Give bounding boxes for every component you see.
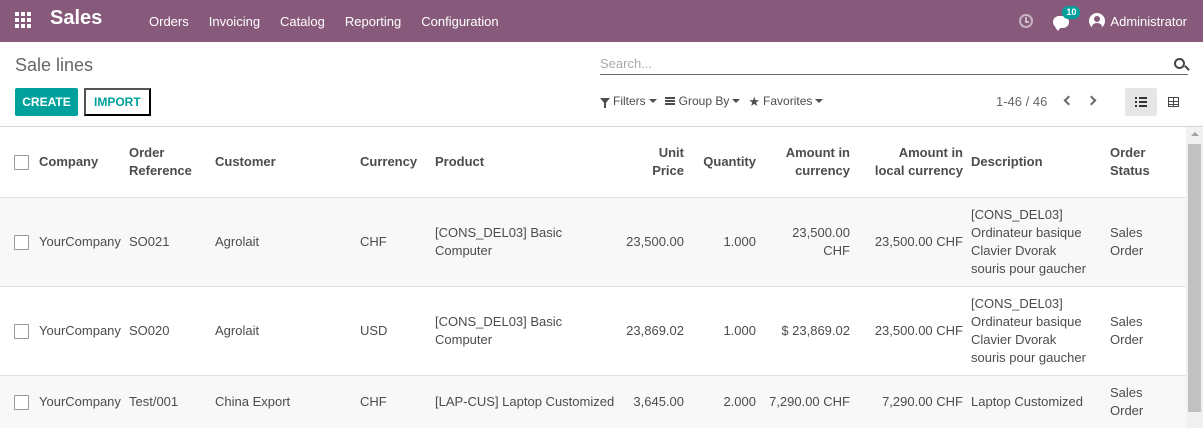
cell-amount-local: 23,500.00 CHF [874, 322, 963, 338]
header-description[interactable]: Description [967, 127, 1106, 197]
cell-description: [CONS_DEL03] Ordinateur basique Clavier Dv… [971, 206, 1086, 276]
scroll-up-arrow-icon[interactable] [1191, 132, 1199, 136]
header-currency[interactable]: Currency [356, 127, 431, 197]
cell-customer: Agrolait [215, 233, 260, 249]
list-icon [1135, 97, 1147, 107]
scrollbar-thumb[interactable] [1188, 144, 1201, 412]
cell-order-ref: Test/001 [129, 394, 179, 410]
table-row[interactable]: YourCompany SO020 Agrolait USD [CONS_DEL… [0, 286, 1186, 375]
header-customer[interactable]: Customer [211, 127, 356, 197]
row-checkbox[interactable] [14, 323, 29, 339]
cell-order-ref: SO021 [129, 233, 170, 249]
page-title: Sale lines [15, 55, 94, 75]
cell-amount-currency: $ 23,869.02 [781, 322, 850, 338]
cell-description: Laptop Customized [971, 394, 1084, 410]
app-brand[interactable]: Sales [50, 7, 102, 30]
header-order-status[interactable]: Order Status [1106, 127, 1186, 197]
search-input[interactable] [600, 53, 1160, 73]
table-row[interactable]: YourCompany Test/001 China Export CHF [L… [0, 375, 1186, 428]
filters-dropdown[interactable]: Filters [600, 94, 657, 108]
select-all-checkbox[interactable] [14, 154, 29, 170]
header-amount-currency[interactable]: Amount in currency [760, 127, 854, 197]
caret-down-icon [648, 99, 657, 103]
list-view-button[interactable] [1125, 88, 1157, 116]
menu-catalog[interactable]: Catalog [270, 14, 335, 29]
star-icon: ★ [748, 93, 761, 109]
header-order-reference[interactable]: Order Reference [125, 127, 211, 197]
header-product[interactable]: Product [431, 127, 621, 197]
vertical-scrollbar[interactable] [1186, 127, 1203, 428]
cell-amount-currency: 7,290.00 CHF [769, 394, 850, 410]
user-avatar[interactable] [1089, 13, 1106, 29]
row-checkbox[interactable] [14, 234, 29, 250]
search-bar [600, 53, 1188, 75]
bars-icon [664, 97, 675, 105]
pivot-view-button[interactable] [1159, 88, 1187, 116]
pager-value[interactable]: 1-46 / 46 [996, 94, 1047, 109]
cell-company: YourCompany [39, 322, 121, 338]
menu-reporting[interactable]: Reporting [335, 14, 411, 29]
group-by-label: Group By [678, 94, 730, 108]
cell-order-status: Sales Order [1110, 385, 1144, 419]
filters-label: Filters [613, 94, 646, 108]
apps-menu-icon[interactable] [15, 12, 33, 30]
filter-icon [600, 98, 610, 108]
group-by-dropdown[interactable]: Group By [664, 94, 741, 108]
menu-configuration[interactable]: Configuration [411, 14, 508, 29]
cell-product: [CONS_DEL03] Basic Computer [435, 224, 563, 258]
caret-down-icon [732, 99, 741, 103]
table-grid-icon [1167, 97, 1179, 107]
menu-orders[interactable]: Orders [139, 14, 199, 29]
import-button[interactable]: IMPORT [84, 88, 151, 116]
favorites-label: Favorites [763, 94, 813, 108]
cell-product: [LAP-CUS] Laptop Customized [435, 394, 615, 410]
top-navbar: Sales Orders Invoicing Catalog Reporting… [0, 0, 1203, 42]
search-options: Filters Group By ★ Favorites [600, 94, 831, 108]
cell-company: YourCompany [39, 394, 121, 410]
pager-previous-icon[interactable] [1063, 95, 1074, 106]
cell-quantity: 1.000 [723, 233, 756, 249]
cell-quantity: 1.000 [723, 322, 756, 338]
cell-customer: Agrolait [215, 322, 260, 338]
cell-order-status: Sales Order [1110, 224, 1144, 258]
activity-clock-icon[interactable] [1019, 14, 1034, 28]
header-unit-price[interactable]: Unit Price [621, 127, 688, 197]
user-menu[interactable]: Administrator [1110, 14, 1187, 29]
menu-invoicing[interactable]: Invoicing [199, 14, 270, 29]
select-all-cell [0, 127, 35, 197]
favorites-dropdown[interactable]: ★ Favorites [748, 93, 824, 109]
header-company[interactable]: Company [35, 127, 125, 197]
sale-lines-table: Company Order Reference Customer Currency… [0, 127, 1186, 428]
cell-unit-price: 23,869.02 [626, 322, 684, 338]
cell-unit-price: 23,500.00 [626, 233, 684, 249]
cell-order-ref: SO020 [129, 322, 170, 338]
cell-currency: USD [360, 322, 388, 338]
cell-description: [CONS_DEL03] Ordinateur basique Clavier Dv… [971, 295, 1086, 365]
cell-unit-price: 3,645.00 [633, 394, 684, 410]
cell-product: [CONS_DEL03] Basic Computer [435, 313, 563, 347]
list-view: Company Order Reference Customer Currency… [0, 127, 1186, 428]
cell-company: YourCompany [39, 233, 121, 249]
cell-customer: China Export [215, 394, 291, 410]
cell-amount-local: 7,290.00 CHF [882, 394, 963, 410]
systray: 10 Administrator [1019, 0, 1187, 42]
header-amount-local[interactable]: Amount in local currency [854, 127, 967, 197]
main-menu: Orders Invoicing Catalog Reporting Confi… [139, 0, 509, 42]
cell-quantity: 2.000 [723, 394, 756, 410]
table-row[interactable]: YourCompany SO021 Agrolait CHF [CONS_DEL… [0, 197, 1186, 286]
search-icon[interactable] [1174, 58, 1185, 69]
create-button[interactable]: CREATE [15, 88, 78, 116]
row-checkbox[interactable] [14, 395, 29, 411]
pager-next-icon[interactable] [1086, 95, 1097, 106]
messages-badge: 10 [1062, 6, 1081, 19]
cell-amount-currency: 23,500.00 CHF [792, 224, 850, 258]
header-quantity[interactable]: Quantity [688, 127, 760, 197]
cell-amount-local: 23,500.00 CHF [874, 233, 963, 249]
cell-currency: CHF [360, 233, 387, 249]
caret-down-icon [815, 99, 824, 103]
cell-currency: CHF [360, 394, 387, 410]
table-header-row: Company Order Reference Customer Currency… [0, 127, 1186, 197]
messaging-menu[interactable]: 10 [1053, 6, 1081, 31]
cell-order-status: Sales Order [1110, 313, 1144, 347]
